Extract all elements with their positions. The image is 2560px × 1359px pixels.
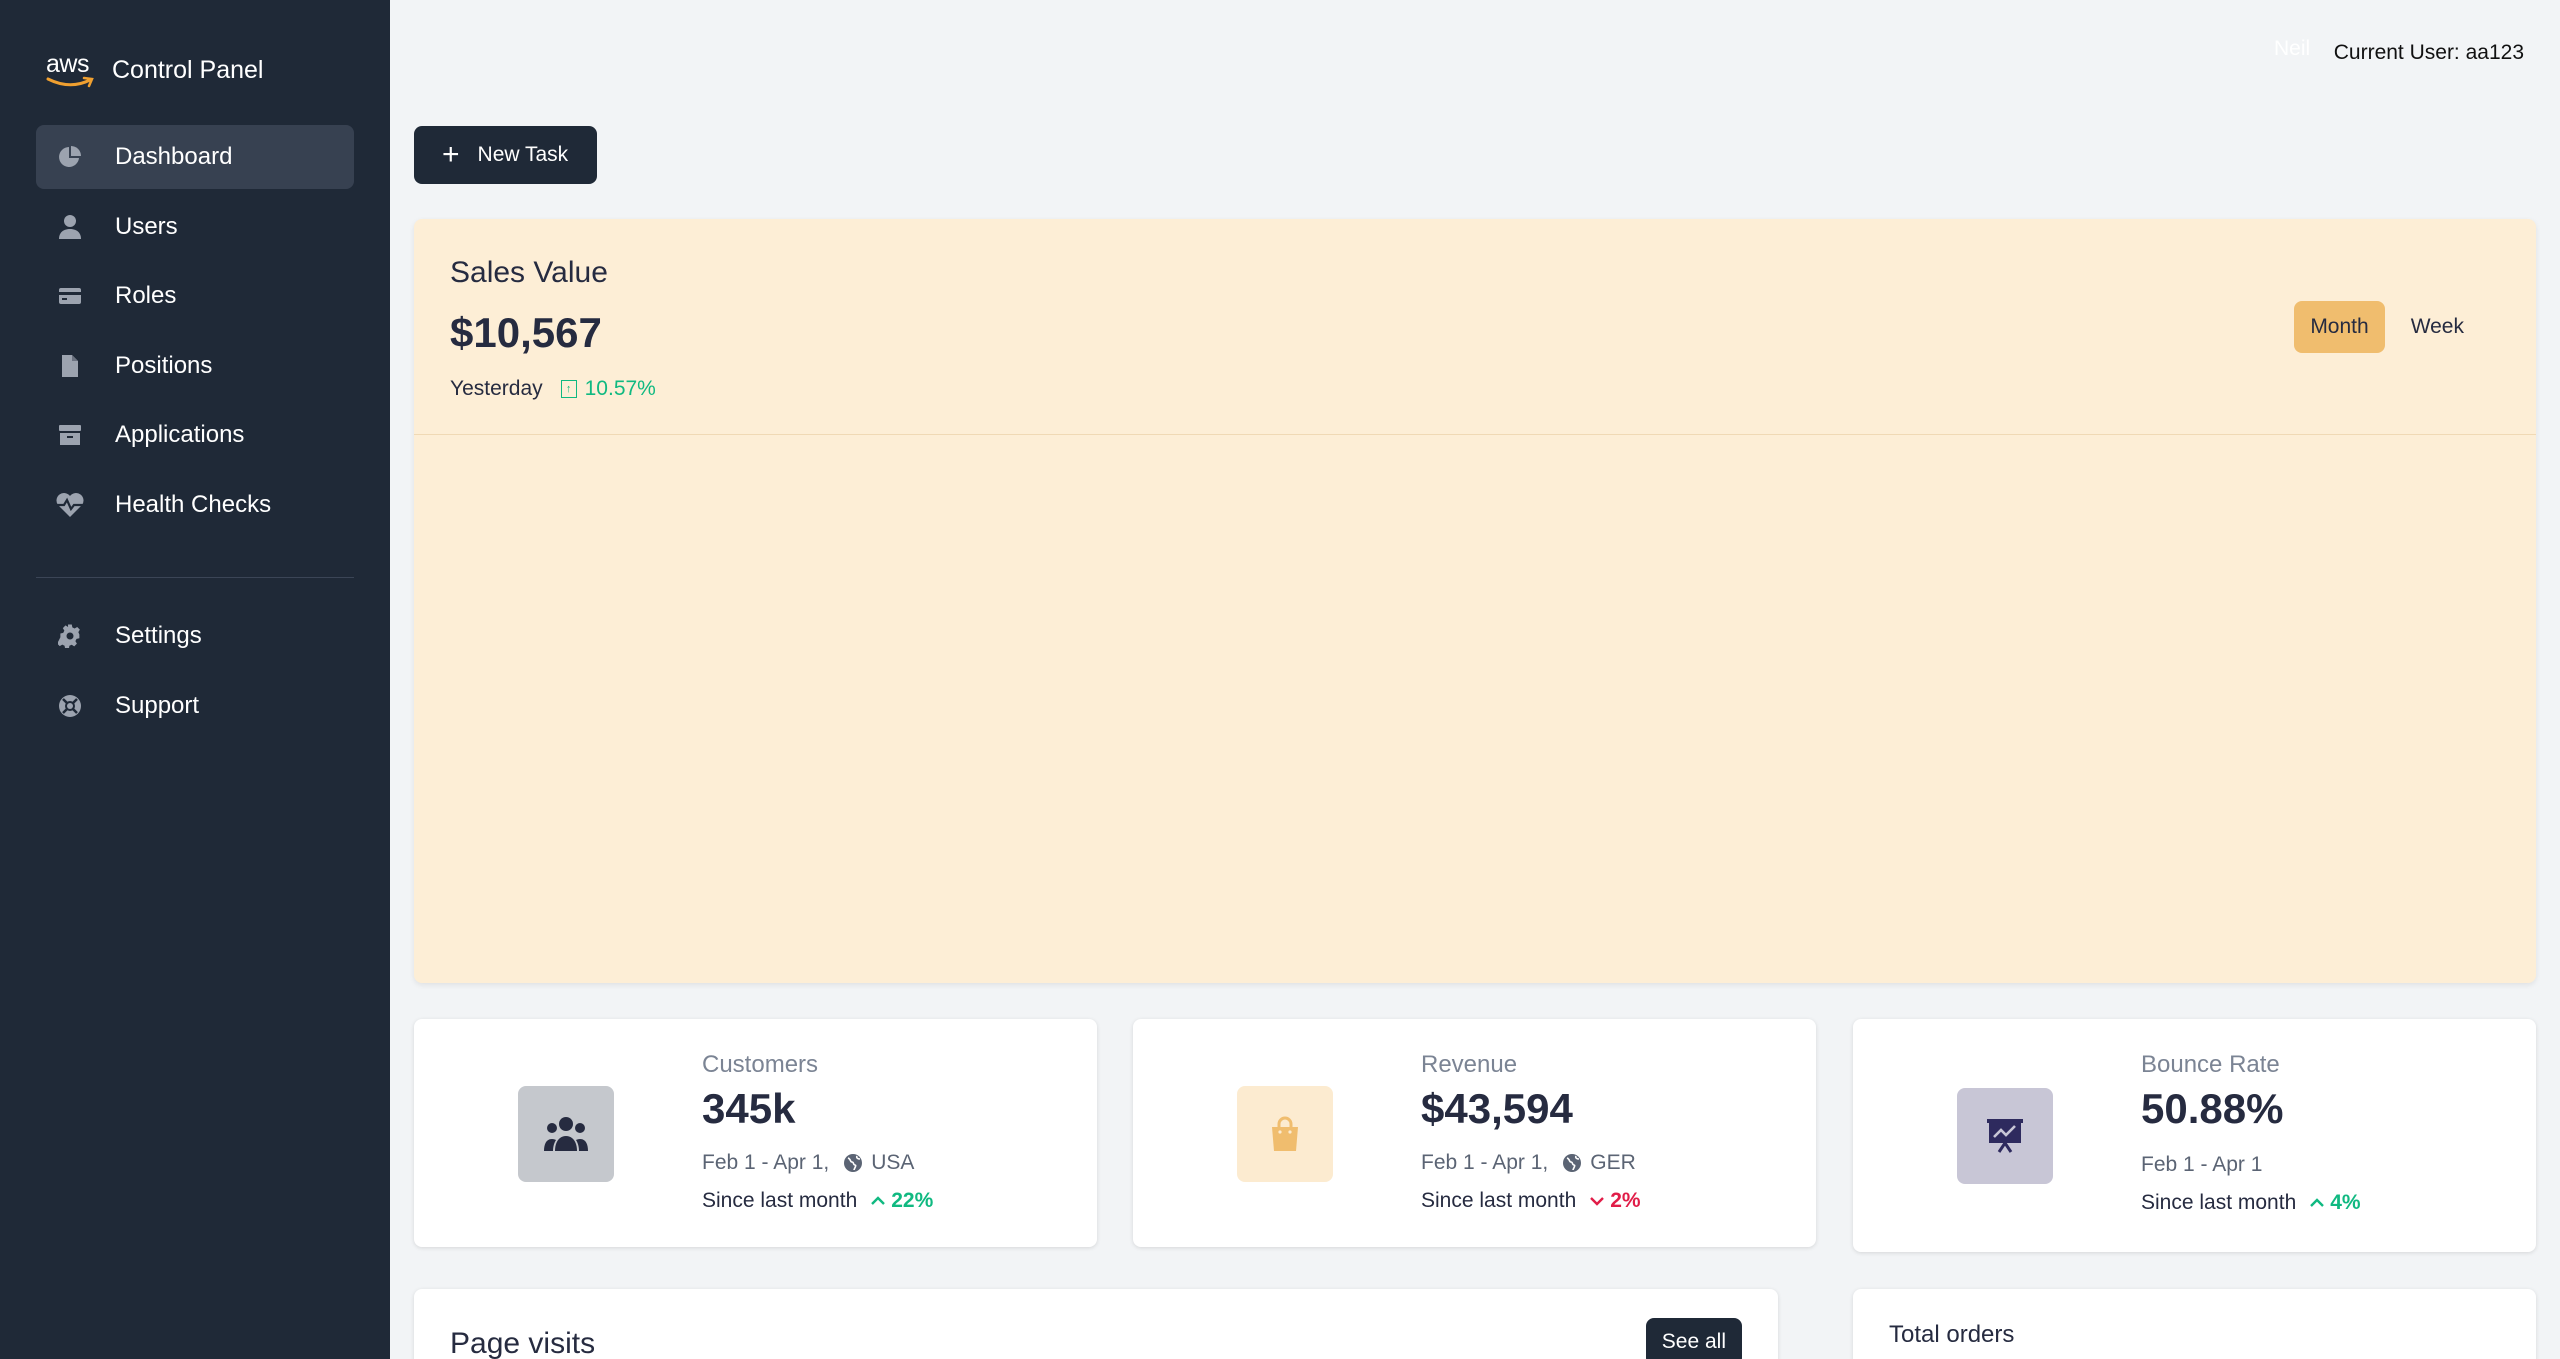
chevron-down-icon xyxy=(1590,1197,1605,1206)
sidebar-item-settings[interactable]: Settings xyxy=(36,604,354,668)
stat-range: Feb 1 - Apr 1, USA xyxy=(702,1151,933,1175)
stat-since: Since last month 2% xyxy=(1421,1189,1641,1213)
sidebar-divider xyxy=(36,577,354,578)
stat-icon-box xyxy=(1957,1088,2053,1184)
user-icon xyxy=(55,212,85,242)
current-user-label[interactable]: Current User: aa123 xyxy=(2334,41,2524,65)
credit-card-icon xyxy=(55,281,85,311)
aws-logo: aws xyxy=(46,52,94,88)
total-orders-title: Total orders xyxy=(1889,1321,2015,1348)
stat-card-bounce-rate: Bounce Rate 50.88% Feb 1 - Apr 1 Since l… xyxy=(1853,1019,2536,1252)
sidebar-item-applications[interactable]: Applications xyxy=(36,403,354,467)
stat-label: Bounce Rate xyxy=(2141,1051,2280,1078)
stat-card-customers: Customers 345k Feb 1 - Apr 1, USA Since … xyxy=(414,1019,1097,1247)
sidebar-item-health-checks[interactable]: Health Checks xyxy=(36,473,354,537)
stat-range-text: Feb 1 - Apr 1 xyxy=(2141,1153,2263,1176)
plus-icon: + xyxy=(442,138,460,171)
sidebar: aws Control Panel Dashboard Users Roles … xyxy=(0,0,390,1359)
stat-card-revenue: Revenue $43,594 Feb 1 - Apr 1, GER Since… xyxy=(1133,1019,1816,1247)
stat-icon-box xyxy=(1237,1086,1333,1182)
sidebar-item-label: Settings xyxy=(115,622,202,649)
chart-pie-icon xyxy=(55,142,85,172)
new-task-button[interactable]: + New Task xyxy=(414,126,597,184)
support-icon xyxy=(55,691,85,721)
chevron-up-icon xyxy=(871,1196,886,1205)
stat-range-text: Feb 1 - Apr 1, xyxy=(702,1151,830,1174)
stat-body: Bounce Rate 50.88% Feb 1 - Apr 1 Since l… xyxy=(2141,1051,2361,1215)
stat-change: 4% xyxy=(2310,1191,2361,1215)
stat-region: USA xyxy=(871,1151,915,1174)
sales-period-label: Yesterday xyxy=(450,377,543,400)
stat-since-label: Since last month xyxy=(2141,1191,2297,1214)
stat-range-text: Feb 1 - Apr 1, xyxy=(1421,1151,1549,1174)
stat-body: Customers 345k Feb 1 - Apr 1, USA Since … xyxy=(702,1051,933,1213)
heartbeat-icon xyxy=(55,490,85,520)
aws-logo-text: aws xyxy=(46,50,89,78)
trend-up-icon: ↑ xyxy=(560,380,577,398)
brand-title: Control Panel xyxy=(112,55,264,84)
stat-since: Since last month 4% xyxy=(2141,1191,2361,1215)
stat-since-label: Since last month xyxy=(1421,1189,1577,1212)
stat-body: Revenue $43,594 Feb 1 - Apr 1, GER Since… xyxy=(1421,1051,1641,1213)
document-icon xyxy=(55,351,85,381)
sidebar-item-dashboard[interactable]: Dashboard xyxy=(36,125,354,189)
see-all-button[interactable]: See all xyxy=(1645,1318,1742,1359)
stat-change-value: 22% xyxy=(891,1189,934,1212)
stat-since-label: Since last month xyxy=(702,1189,858,1212)
sidebar-item-label: Dashboard xyxy=(115,143,233,170)
sidebar-item-label: Roles xyxy=(115,282,177,309)
sales-chart-area xyxy=(414,435,2536,983)
new-task-label: New Task xyxy=(477,143,569,166)
users-icon xyxy=(544,1117,588,1151)
sidebar-item-roles[interactable]: Roles xyxy=(36,264,354,328)
sales-change: ↑ 10.57% xyxy=(560,377,656,401)
sidebar-item-label: Applications xyxy=(115,421,245,448)
sidebar-nav: Dashboard Users Roles Positions Applicat… xyxy=(36,125,354,542)
app-root: aws Control Panel Dashboard Users Roles … xyxy=(0,0,2560,1359)
sales-subline: Yesterday ↑ 10.57% xyxy=(450,377,656,401)
sidebar-item-users[interactable]: Users xyxy=(36,195,354,259)
sales-value-card: Sales Value $10,567 Yesterday ↑ 10.57% M… xyxy=(414,219,2536,983)
sales-title: Sales Value xyxy=(450,256,608,289)
sales-value: $10,567 xyxy=(450,309,602,356)
shopping-bag-icon xyxy=(1272,1116,1298,1151)
stat-label: Revenue xyxy=(1421,1051,1518,1078)
stat-value: 50.88% xyxy=(2141,1085,2284,1132)
stat-value: $43,594 xyxy=(1421,1085,1573,1132)
page-visits-title: Page visits xyxy=(450,1327,596,1359)
period-month-button[interactable]: Month xyxy=(2294,301,2385,353)
stat-range: Feb 1 - Apr 1 xyxy=(2141,1153,2361,1177)
stat-region: GER xyxy=(1590,1151,1636,1174)
sidebar-item-label: Support xyxy=(115,691,200,719)
sales-change-value: 10.57% xyxy=(584,377,656,400)
gear-icon xyxy=(55,621,85,651)
topbar-hidden-name: Neil xyxy=(2274,37,2311,60)
aws-smile-icon xyxy=(46,76,94,88)
globe-icon xyxy=(1563,1154,1582,1172)
sidebar-secondary-nav: Settings Support xyxy=(36,604,354,743)
sidebar-item-support[interactable]: Support xyxy=(36,674,354,738)
stat-range: Feb 1 - Apr 1, GER xyxy=(1421,1151,1641,1175)
stat-icon-box xyxy=(518,1086,614,1182)
period-toggle: Month Week xyxy=(2294,301,2480,353)
presentation-chart-icon xyxy=(1987,1119,2023,1153)
stat-change: 22% xyxy=(871,1189,933,1213)
stat-change-value: 2% xyxy=(1610,1189,1641,1212)
sidebar-item-label: Health Checks xyxy=(115,490,272,518)
period-week-button[interactable]: Week xyxy=(2395,301,2480,353)
brand[interactable]: aws Control Panel xyxy=(46,52,263,88)
sidebar-item-label: Positions xyxy=(115,351,213,379)
stat-change-value: 4% xyxy=(2330,1191,2361,1214)
chevron-up-icon xyxy=(2310,1198,2325,1207)
globe-icon xyxy=(844,1154,863,1172)
stat-since: Since last month 22% xyxy=(702,1189,933,1213)
archive-icon xyxy=(55,420,85,450)
sidebar-item-label: Users xyxy=(115,212,178,240)
stat-value: 345k xyxy=(702,1085,796,1132)
page-visits-card: Page visits See all xyxy=(414,1289,1778,1359)
stat-label: Customers xyxy=(702,1051,819,1078)
total-orders-card: Total orders xyxy=(1853,1289,2536,1359)
sidebar-item-positions[interactable]: Positions xyxy=(36,334,354,398)
stat-change: 2% xyxy=(1590,1189,1641,1213)
